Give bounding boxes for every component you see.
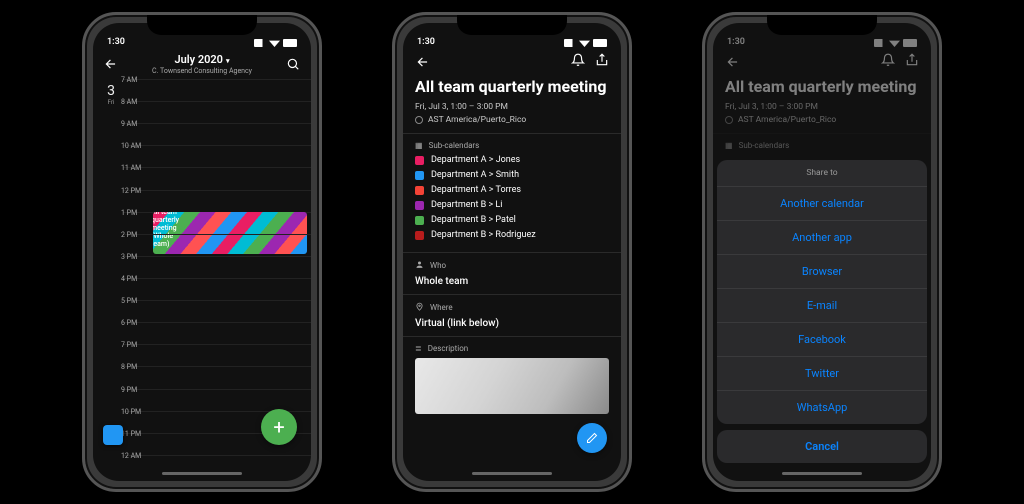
- hour-label: 8 PM: [121, 363, 149, 371]
- notch: [767, 15, 877, 35]
- account-subtitle: C. Townsend Consulting Agency: [119, 67, 285, 75]
- hour-label: 10 PM: [121, 408, 149, 416]
- date-weekday: Fri: [99, 99, 123, 106]
- person-icon: [415, 260, 424, 271]
- add-event-button[interactable]: +: [261, 409, 297, 445]
- share-option[interactable]: WhatsApp: [717, 391, 927, 424]
- section-description: ≣ Description: [403, 336, 621, 353]
- section-subcalendars: ▦ Sub-calendars Department A > Jones Dep…: [403, 133, 621, 252]
- date-label: 3 Fri: [99, 79, 123, 477]
- wifi-icon: [579, 39, 590, 47]
- wifi-icon: [269, 39, 280, 47]
- share-option[interactable]: Another calendar: [717, 187, 927, 221]
- edit-event-button[interactable]: [577, 423, 607, 453]
- event-timezone: AST America/Puerto_Rico: [428, 115, 526, 125]
- date-number: 3: [99, 83, 123, 99]
- sub-calendar-item[interactable]: Department B > Patel: [415, 215, 609, 225]
- hour-label: 9 AM: [121, 120, 149, 128]
- phone-event-detail: 1:30 All team quarterly meeting: [392, 12, 632, 492]
- sub-calendar-item[interactable]: Department A > Jones: [415, 155, 609, 165]
- hour-label: 7 AM: [121, 76, 149, 84]
- who-value: Whole team: [415, 276, 609, 287]
- description-icon: ≣: [415, 344, 422, 353]
- hour-label: 1 PM: [121, 209, 149, 217]
- globe-icon: [415, 116, 423, 124]
- sub-calendar-item[interactable]: Department B > Rodriguez: [415, 230, 609, 240]
- battery-icon: [283, 39, 297, 47]
- event-datetime: Fri, Jul 3, 1:00 – 3:00 PM: [415, 102, 609, 112]
- signal-icon: [254, 39, 266, 47]
- hour-label: 11 PM: [121, 430, 149, 438]
- signal-icon: [564, 39, 576, 47]
- hour-label: 3 PM: [121, 253, 149, 261]
- share-option[interactable]: Twitter: [717, 357, 927, 391]
- who-header: Who: [430, 261, 446, 270]
- share-icon[interactable]: [595, 53, 609, 70]
- home-indicator: [162, 472, 242, 475]
- share-option[interactable]: Another app: [717, 221, 927, 255]
- hour-label: 11 AM: [121, 164, 149, 172]
- share-option[interactable]: Browser: [717, 255, 927, 289]
- hour-label: 4 PM: [121, 275, 149, 283]
- hour-label: 7 PM: [121, 341, 149, 349]
- hour-label: 10 AM: [121, 142, 149, 150]
- share-option[interactable]: Facebook: [717, 323, 927, 357]
- back-icon[interactable]: [103, 56, 119, 72]
- hour-label: 12 PM: [121, 187, 149, 195]
- search-icon[interactable]: [285, 56, 301, 72]
- chevron-down-icon: ▾: [226, 57, 230, 65]
- month-title: July 2020: [175, 53, 223, 66]
- sub-calendar-item[interactable]: Department A > Smith: [415, 170, 609, 180]
- cancel-button[interactable]: Cancel: [717, 430, 927, 463]
- share-sheet: Share to Another calendar Another app Br…: [717, 160, 927, 463]
- section-who: Who Whole team: [403, 252, 621, 294]
- home-indicator: [472, 472, 552, 475]
- battery-icon: [593, 39, 607, 47]
- share-sheet-title: Share to: [717, 160, 927, 187]
- subcals-icon: ▦: [415, 141, 423, 150]
- event-title: All team quarterly meeting: [415, 78, 609, 96]
- hour-label: 12 AM: [121, 452, 149, 460]
- pin-icon: [415, 302, 424, 313]
- hour-label: 5 PM: [121, 297, 149, 305]
- description-header: Description: [428, 344, 469, 353]
- hour-label: 6 PM: [121, 319, 149, 327]
- hour-label: 9 PM: [121, 386, 149, 394]
- subcals-header: Sub-calendars: [429, 141, 480, 150]
- hour-label: 2 PM: [121, 231, 149, 239]
- month-selector[interactable]: July 2020▾ C. Townsend Consulting Agency: [119, 53, 285, 75]
- sub-calendar-item[interactable]: Department A > Torres: [415, 185, 609, 195]
- home-indicator: [782, 472, 862, 475]
- description-image: [415, 358, 609, 414]
- where-header: Where: [430, 303, 453, 312]
- calendar-icon[interactable]: [103, 425, 123, 445]
- notch: [457, 15, 567, 35]
- phone-calendar-day: 1:30 July 2020▾ C. Townsend Consulting A…: [82, 12, 322, 492]
- hour-label: 8 AM: [121, 98, 149, 106]
- status-time: 1:30: [417, 37, 435, 47]
- notch: [147, 15, 257, 35]
- status-time: 1:30: [107, 37, 125, 47]
- back-icon[interactable]: [415, 54, 431, 70]
- sub-calendar-item[interactable]: Department B > Li: [415, 200, 609, 210]
- share-option[interactable]: E-mail: [717, 289, 927, 323]
- phone-share-sheet: 1:30 All team quarterly meeting Fri, Jul…: [702, 12, 942, 492]
- bell-icon[interactable]: [571, 53, 585, 70]
- where-value: Virtual (link below): [415, 318, 609, 329]
- section-where: Where Virtual (link below): [403, 294, 621, 336]
